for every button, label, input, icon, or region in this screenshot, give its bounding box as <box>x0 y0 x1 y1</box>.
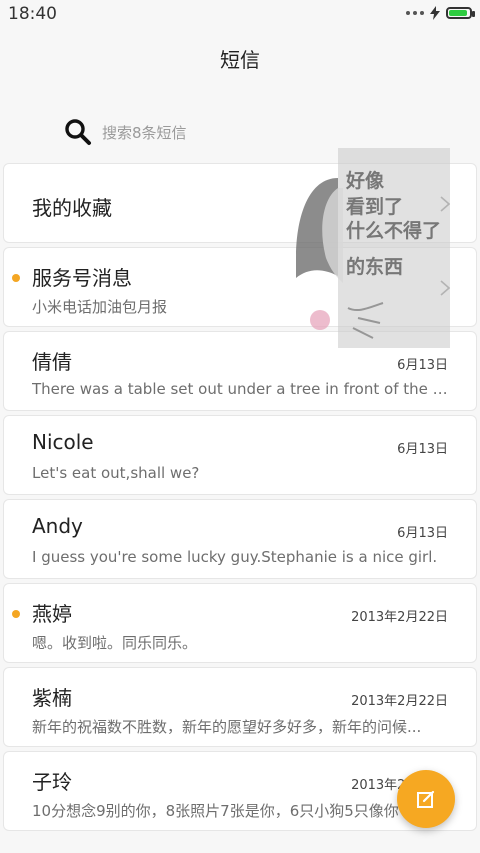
conversation-date: 2013年2月22日 <box>351 694 448 709</box>
conversation-name: Nicole <box>32 430 94 454</box>
conversation-name: 紫楠 <box>32 686 72 710</box>
sms-screen: 18:40 短信 搜索8条短信 我的收藏 服务号消息 小米电话加油包月报 倩倩 … <box>0 0 480 853</box>
conversation-preview: 小米电话加油包月报 <box>32 298 168 316</box>
conversation-name: 燕婷 <box>32 602 72 626</box>
conversation-preview: 10分想念9别的你，8张照片7张是你，6只小狗5只像你 <box>32 802 399 820</box>
list-item[interactable]: 倩倩 6月13日 There was a table set out under… <box>3 331 477 411</box>
conversation-name: 服务号消息 <box>32 266 132 290</box>
compose-icon <box>417 790 435 808</box>
status-icons <box>406 6 475 20</box>
battery-icon <box>446 7 475 19</box>
favorites-item[interactable]: 我的收藏 <box>3 163 477 243</box>
conversation-date: 6月13日 <box>397 526 448 541</box>
unread-dot <box>12 610 20 618</box>
charging-bolt-icon <box>430 6 440 20</box>
list-item[interactable]: Nicole 6月13日 Let's eat out,shall we? <box>3 415 477 495</box>
conversation-name: 我的收藏 <box>32 196 112 220</box>
unread-dot <box>12 274 20 282</box>
conversation-preview: 新年的祝福数不胜数，新年的愿望好多好多，新年的问候... <box>32 718 422 736</box>
more-dots-icon <box>406 11 424 15</box>
search-icon <box>65 119 91 145</box>
conversation-name: 倩倩 <box>32 350 72 374</box>
chevron-right-icon <box>440 280 450 296</box>
conversation-date: 2013年2月22日 <box>351 610 448 625</box>
page-title: 短信 <box>220 48 260 72</box>
list-item[interactable]: Andy 6月13日 I guess you're some lucky guy… <box>3 499 477 579</box>
search-bar[interactable]: 搜索8条短信 <box>55 110 425 154</box>
conversation-preview: Let's eat out,shall we? <box>32 464 200 482</box>
list-item[interactable]: 紫楠 2013年2月22日 新年的祝福数不胜数，新年的愿望好多好多，新年的问候.… <box>3 667 477 747</box>
conversation-preview: There was a table set out under a tree i… <box>32 380 452 398</box>
conversation-date: 6月13日 <box>397 358 448 373</box>
chevron-right-icon <box>440 196 450 212</box>
conversation-name: 子玲 <box>32 770 72 794</box>
status-bar: 18:40 <box>0 0 480 28</box>
list-item[interactable]: 燕婷 2013年2月22日 嗯。收到啦。同乐同乐。 <box>3 583 477 663</box>
conversation-preview: I guess you're some lucky guy.Stephanie … <box>32 548 438 566</box>
service-messages-item[interactable]: 服务号消息 小米电话加油包月报 <box>3 247 477 327</box>
conversation-name: Andy <box>32 514 83 538</box>
compose-button[interactable] <box>397 770 455 828</box>
search-placeholder: 搜索8条短信 <box>102 123 187 142</box>
status-time: 18:40 <box>8 4 57 24</box>
conversation-date: 6月13日 <box>397 442 448 457</box>
conversation-preview: 嗯。收到啦。同乐同乐。 <box>32 634 198 652</box>
